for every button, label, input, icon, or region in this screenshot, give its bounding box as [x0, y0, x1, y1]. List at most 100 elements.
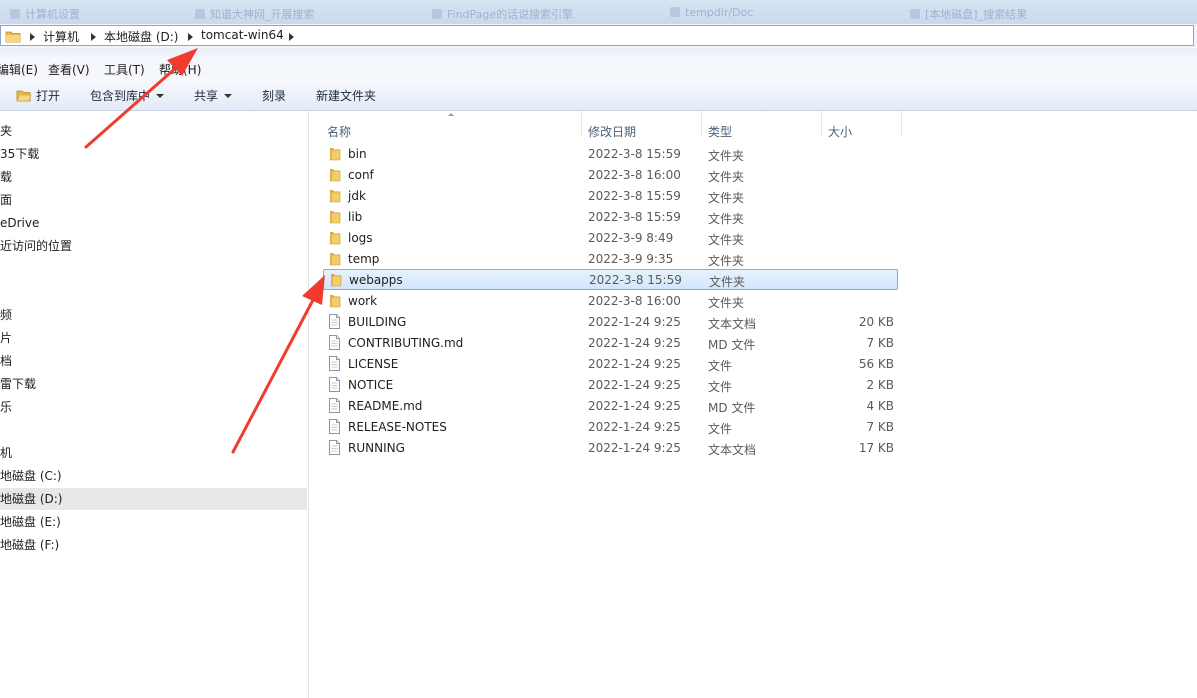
- file-type: 文件: [708, 359, 733, 373]
- file-date: 2022-3-9 9:35: [588, 252, 674, 266]
- file-size: 20 KB: [858, 315, 894, 329]
- column-header-size[interactable]: 大小: [828, 123, 852, 140]
- background-tab: 知道大神网_开展搜索: [195, 6, 315, 21]
- file-row[interactable]: BUILDING 2022-1-24 9:25 文本文档 20 KB: [323, 312, 898, 333]
- nav-item-computer[interactable]: 机: [0, 444, 12, 462]
- file-row[interactable]: RUNNING 2022-1-24 9:25 文本文档 17 KB: [323, 438, 898, 459]
- breadcrumb-separator-icon[interactable]: [188, 33, 193, 41]
- file-row[interactable]: temp 2022-3-9 9:35 文件夹: [323, 249, 898, 270]
- column-header-date[interactable]: 修改日期: [588, 123, 636, 140]
- burn-button[interactable]: 刻录: [262, 87, 286, 104]
- nav-item-thunder-downloads[interactable]: 雷下载: [0, 375, 36, 393]
- file-row[interactable]: bin 2022-3-8 15:59 文件夹: [323, 144, 898, 165]
- file-date: 2022-1-24 9:25: [588, 378, 681, 392]
- nav-item-drive-d[interactable]: 地磁盘 (D:): [0, 488, 307, 510]
- file-name: webapps: [349, 273, 403, 287]
- breadcrumb-separator-icon[interactable]: [30, 33, 35, 41]
- file-row[interactable]: work 2022-3-8 16:00 文件夹: [323, 291, 898, 312]
- new-folder-button[interactable]: 新建文件夹: [316, 87, 376, 104]
- nav-item-pictures[interactable]: 片: [0, 329, 12, 347]
- file-row[interactable]: RELEASE-NOTES 2022-1-24 9:25 文件 7 KB: [323, 417, 898, 438]
- folder-icon: [328, 209, 342, 227]
- open-button[interactable]: 打开: [16, 87, 60, 104]
- nav-item-drive-f[interactable]: 地磁盘 (F:): [0, 536, 59, 554]
- file-size: 17 KB: [858, 441, 894, 455]
- file-type: 文件夹: [708, 170, 745, 184]
- column-header-type[interactable]: 类型: [708, 123, 732, 140]
- address-box[interactable]: 计算机 本地磁盘 (D:) tomcat-win64: [0, 25, 1194, 46]
- file-row[interactable]: LICENSE 2022-1-24 9:25 文件 56 KB: [323, 354, 898, 375]
- file-row[interactable]: lib 2022-3-8 15:59 文件夹: [323, 207, 898, 228]
- background-tab: tempdir/Doc: [670, 6, 753, 20]
- file-size: 4 KB: [866, 399, 894, 413]
- file-row[interactable]: NOTICE 2022-1-24 9:25 文件 2 KB: [323, 375, 898, 396]
- file-date: 2022-1-24 9:25: [588, 357, 681, 371]
- nav-item-documents[interactable]: 档: [0, 352, 12, 370]
- file-row[interactable]: README.md 2022-1-24 9:25 MD 文件 4 KB: [323, 396, 898, 417]
- background-tab: FindPage的话说搜索引擎: [432, 6, 573, 21]
- nav-item-recent-places[interactable]: 近访问的位置: [0, 237, 72, 255]
- file-row[interactable]: webapps 2022-3-8 15:59 文件夹: [323, 269, 898, 290]
- include-in-library-button[interactable]: 包含到库中: [90, 87, 165, 104]
- file-type: MD 文件: [708, 401, 756, 415]
- menu-view[interactable]: 查看(V): [48, 61, 90, 78]
- folder-icon: [328, 146, 342, 164]
- nav-item[interactable]: 35下载: [0, 145, 39, 163]
- menu-edit[interactable]: 编辑(E): [0, 61, 38, 78]
- address-bar: 计算机 本地磁盘 (D:) tomcat-win64: [0, 24, 1197, 48]
- document-icon: [328, 335, 341, 353]
- file-date: 2022-3-8 15:59: [589, 273, 682, 287]
- file-name: BUILDING: [348, 315, 407, 329]
- file-row[interactable]: logs 2022-3-9 8:49 文件夹: [323, 228, 898, 249]
- column-divider[interactable]: [701, 111, 702, 137]
- file-name: README.md: [348, 399, 423, 413]
- nav-item-videos[interactable]: 频: [0, 306, 12, 324]
- nav-item[interactable]: 载: [0, 168, 12, 186]
- file-name: work: [348, 294, 378, 308]
- share-button[interactable]: 共享: [194, 87, 233, 104]
- file-type: 文本文档: [708, 443, 757, 457]
- tab-icon: [10, 9, 20, 19]
- file-date: 2022-3-9 8:49: [588, 231, 674, 245]
- nav-item[interactable]: 面: [0, 191, 12, 209]
- document-icon: [328, 314, 341, 332]
- file-name: logs: [348, 231, 373, 245]
- breadcrumb-computer[interactable]: 计算机: [43, 28, 79, 45]
- file-row[interactable]: CONTRIBUTING.md 2022-1-24 9:25 MD 文件 7 KB: [323, 333, 898, 354]
- file-row[interactable]: jdk 2022-3-8 15:59 文件夹: [323, 186, 898, 207]
- document-icon: [328, 356, 341, 374]
- background-tab: 计算机设置: [10, 6, 80, 21]
- menu-help[interactable]: 帮助(H): [159, 61, 201, 78]
- file-date: 2022-3-8 15:59: [588, 189, 681, 203]
- column-divider[interactable]: [581, 111, 582, 137]
- file-date: 2022-3-8 16:00: [588, 168, 681, 182]
- nav-item-onedrive[interactable]: eDrive: [0, 214, 39, 232]
- document-icon: [328, 398, 341, 416]
- breadcrumb-separator-icon[interactable]: [91, 33, 96, 41]
- column-header-name[interactable]: 名称: [327, 123, 351, 140]
- nav-item-music[interactable]: 乐: [0, 398, 12, 416]
- breadcrumb-tomcat[interactable]: tomcat-win64: [201, 28, 284, 42]
- menu-tools[interactable]: 工具(T): [104, 61, 145, 78]
- breadcrumb-drive-d[interactable]: 本地磁盘 (D:): [104, 28, 178, 45]
- file-name: lib: [348, 210, 363, 224]
- nav-item[interactable]: 夹: [0, 122, 12, 140]
- background-tab: [本地磁盘]_搜索结果: [910, 6, 1027, 21]
- folder-icon: [5, 31, 21, 43]
- column-divider[interactable]: [901, 111, 902, 137]
- tab-icon: [910, 9, 920, 19]
- sort-ascending-icon: [448, 113, 454, 116]
- open-folder-icon: [16, 90, 32, 102]
- file-name: temp: [348, 252, 380, 266]
- background-tab-strip: 计算机设置 知道大神网_开展搜索 FindPage的话说搜索引擎 tempdir…: [0, 0, 1197, 24]
- file-size: 56 KB: [858, 357, 894, 371]
- nav-item-drive-e[interactable]: 地磁盘 (E:): [0, 513, 61, 531]
- file-type: 文本文档: [708, 317, 757, 331]
- file-type: 文件夹: [708, 149, 745, 163]
- breadcrumb-separator-icon[interactable]: [289, 33, 294, 41]
- file-date: 2022-1-24 9:25: [588, 441, 681, 455]
- file-type: 文件: [708, 422, 733, 436]
- nav-item-drive-c[interactable]: 地磁盘 (C:): [0, 467, 62, 485]
- file-row[interactable]: conf 2022-3-8 16:00 文件夹: [323, 165, 898, 186]
- column-divider[interactable]: [821, 111, 822, 137]
